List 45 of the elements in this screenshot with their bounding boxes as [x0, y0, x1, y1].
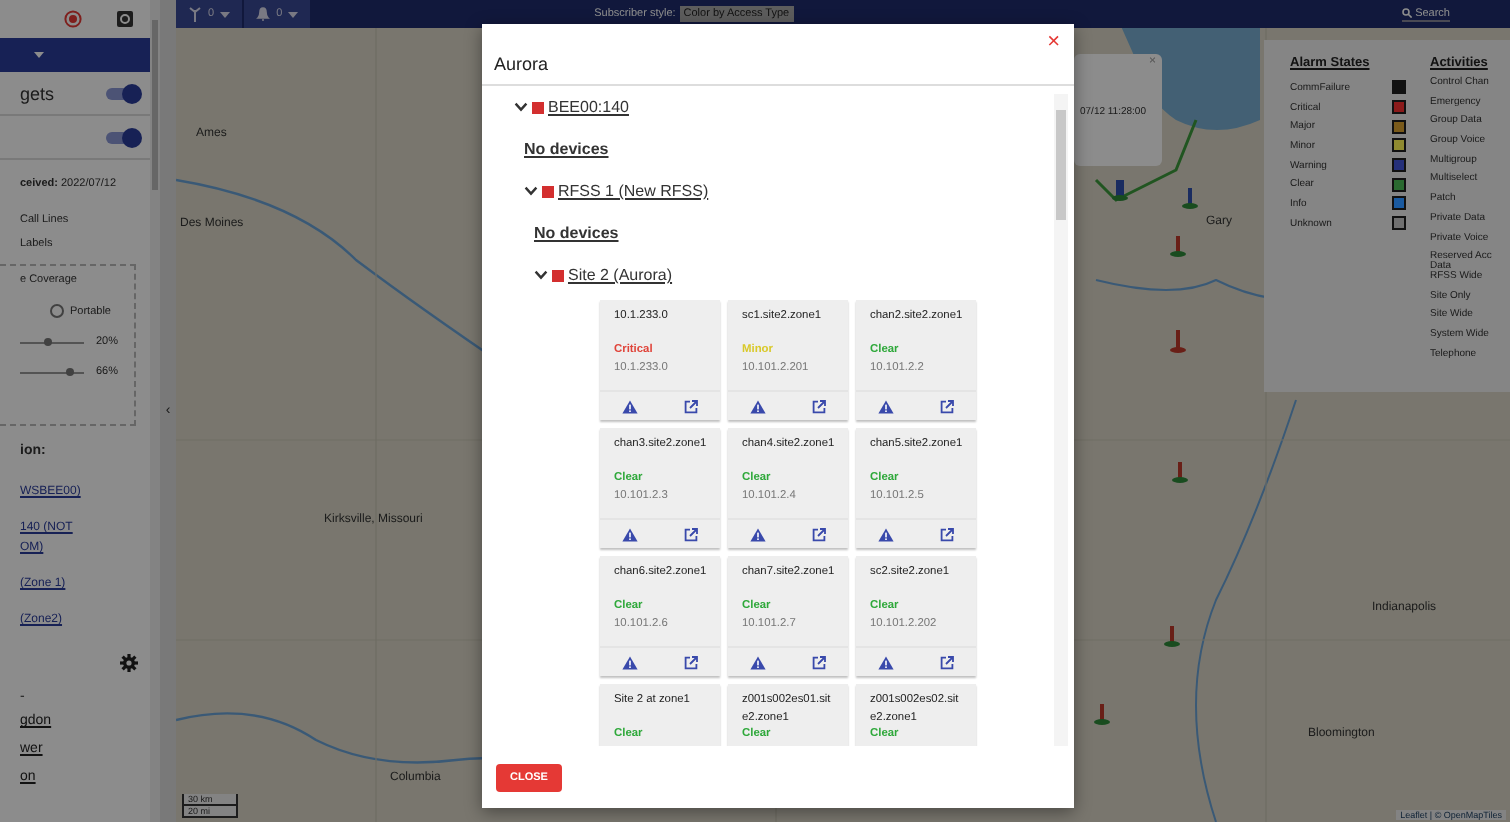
- scrollbar[interactable]: [1054, 94, 1068, 746]
- external-link-icon[interactable]: [811, 655, 826, 669]
- note-text: No devices: [524, 138, 611, 162]
- tree-link[interactable]: RFSS 1 (New RFSS): [558, 182, 709, 200]
- chevron-down-icon[interactable]: [524, 186, 538, 196]
- warning-icon[interactable]: [622, 655, 639, 669]
- tree-link[interactable]: Site 2 (Aurora): [568, 266, 673, 284]
- tree-link[interactable]: BEE00:140: [548, 98, 629, 116]
- slider-thumb[interactable]: [65, 368, 74, 376]
- settings-icon[interactable]: [116, 10, 134, 28]
- antenna-icon: [188, 6, 202, 22]
- toggle-label: gets: [20, 83, 55, 103]
- chevron-down-icon[interactable]: [514, 102, 528, 112]
- bell-icon: [256, 6, 271, 22]
- caret-icon: [34, 52, 44, 58]
- warning-icon[interactable]: [622, 399, 639, 413]
- external-link-icon[interactable]: [939, 527, 954, 541]
- external-link-icon[interactable]: [811, 399, 826, 413]
- warning-icon[interactable]: [750, 527, 767, 541]
- warning-icon[interactable]: [878, 655, 895, 669]
- slider-thumb[interactable]: [44, 338, 53, 346]
- search-icon: [1401, 8, 1412, 18]
- external-link-icon[interactable]: [939, 655, 954, 669]
- warning-icon[interactable]: [750, 655, 767, 669]
- toggle-switch[interactable]: [106, 131, 138, 143]
- external-link-icon[interactable]: [683, 655, 698, 669]
- caret-icon: [220, 11, 231, 17]
- warning-icon[interactable]: [878, 527, 895, 541]
- external-link-icon[interactable]: [683, 399, 698, 413]
- note-text: No devices: [534, 222, 621, 246]
- radio-button[interactable]: [50, 304, 64, 318]
- warning-icon[interactable]: [878, 399, 895, 413]
- chevron-down-icon[interactable]: [534, 270, 548, 280]
- external-link-icon[interactable]: [939, 399, 954, 413]
- modal-title: Aurora: [494, 54, 549, 74]
- toggle-switch[interactable]: [106, 87, 138, 99]
- warning-icon[interactable]: [622, 527, 639, 541]
- target-icon[interactable]: [64, 10, 82, 28]
- close-button[interactable]: ×: [1047, 32, 1060, 54]
- scrollbar[interactable]: [150, 0, 160, 822]
- gear-icon[interactable]: [120, 654, 138, 672]
- external-link-icon[interactable]: [811, 527, 826, 541]
- caret-icon: [288, 11, 299, 17]
- external-link-icon[interactable]: [683, 527, 698, 541]
- warning-icon[interactable]: [750, 399, 767, 413]
